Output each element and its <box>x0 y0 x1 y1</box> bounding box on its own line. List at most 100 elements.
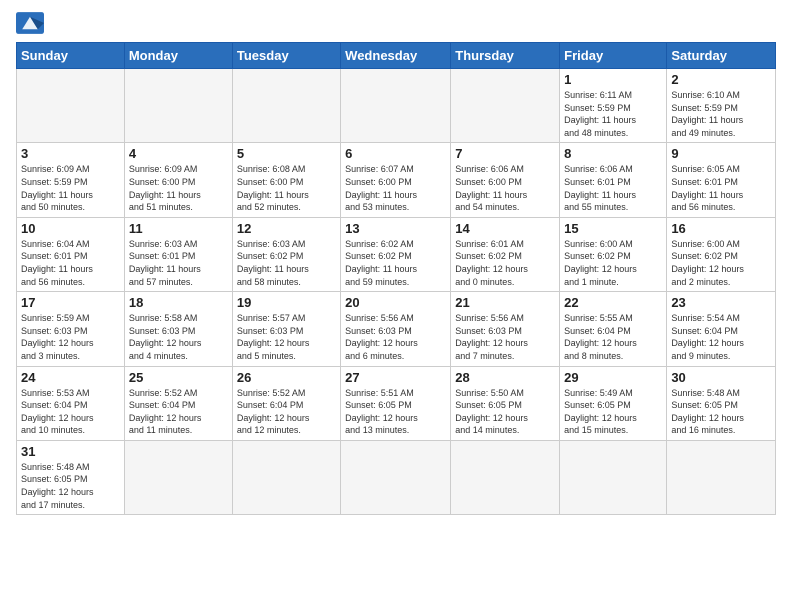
day-info: Sunrise: 6:10 AM Sunset: 5:59 PM Dayligh… <box>671 89 771 139</box>
calendar-cell: 28 Sunrise: 5:50 AM Sunset: 6:05 PM Dayli… <box>451 366 560 440</box>
day-info: Sunrise: 6:01 AM Sunset: 6:02 PM Dayligh… <box>455 238 555 288</box>
day-number: 6 <box>345 146 446 161</box>
page: SundayMondayTuesdayWednesdayThursdayFrid… <box>0 0 792 612</box>
calendar-cell: 4 Sunrise: 6:09 AM Sunset: 6:00 PM Daylig… <box>124 143 232 217</box>
calendar-cell <box>560 440 667 514</box>
weekday-header-thursday: Thursday <box>451 43 560 69</box>
day-info: Sunrise: 6:00 AM Sunset: 6:02 PM Dayligh… <box>564 238 662 288</box>
calendar-cell <box>124 440 232 514</box>
day-number: 28 <box>455 370 555 385</box>
day-number: 30 <box>671 370 771 385</box>
day-number: 24 <box>21 370 120 385</box>
day-info: Sunrise: 6:02 AM Sunset: 6:02 PM Dayligh… <box>345 238 446 288</box>
day-info: Sunrise: 5:56 AM Sunset: 6:03 PM Dayligh… <box>345 312 446 362</box>
day-info: Sunrise: 5:51 AM Sunset: 6:05 PM Dayligh… <box>345 387 446 437</box>
day-info: Sunrise: 6:03 AM Sunset: 6:02 PM Dayligh… <box>237 238 336 288</box>
logo <box>16 12 48 34</box>
day-info: Sunrise: 6:03 AM Sunset: 6:01 PM Dayligh… <box>129 238 228 288</box>
day-number: 15 <box>564 221 662 236</box>
weekday-header-row: SundayMondayTuesdayWednesdayThursdayFrid… <box>17 43 776 69</box>
day-number: 31 <box>21 444 120 459</box>
calendar-cell: 17 Sunrise: 5:59 AM Sunset: 6:03 PM Dayli… <box>17 292 125 366</box>
day-info: Sunrise: 5:54 AM Sunset: 6:04 PM Dayligh… <box>671 312 771 362</box>
day-info: Sunrise: 6:04 AM Sunset: 6:01 PM Dayligh… <box>21 238 120 288</box>
weekday-header-sunday: Sunday <box>17 43 125 69</box>
calendar-cell: 6 Sunrise: 6:07 AM Sunset: 6:00 PM Daylig… <box>341 143 451 217</box>
day-info: Sunrise: 6:07 AM Sunset: 6:00 PM Dayligh… <box>345 163 446 213</box>
calendar-cell: 29 Sunrise: 5:49 AM Sunset: 6:05 PM Dayli… <box>560 366 667 440</box>
calendar-cell: 31Sunrise: 5:48 AM Sunset: 6:05 PM Dayli… <box>17 440 125 514</box>
calendar-table: SundayMondayTuesdayWednesdayThursdayFrid… <box>16 42 776 515</box>
calendar-cell: 30 Sunrise: 5:48 AM Sunset: 6:05 PM Dayli… <box>667 366 776 440</box>
calendar-cell: 21 Sunrise: 5:56 AM Sunset: 6:03 PM Dayli… <box>451 292 560 366</box>
day-info: Sunrise: 5:57 AM Sunset: 6:03 PM Dayligh… <box>237 312 336 362</box>
calendar-cell: 3Sunrise: 6:09 AM Sunset: 5:59 PM Daylig… <box>17 143 125 217</box>
calendar-cell: 12 Sunrise: 6:03 AM Sunset: 6:02 PM Dayli… <box>232 217 340 291</box>
calendar-week-4: 24Sunrise: 5:53 AM Sunset: 6:04 PM Dayli… <box>17 366 776 440</box>
day-info: Sunrise: 6:08 AM Sunset: 6:00 PM Dayligh… <box>237 163 336 213</box>
day-number: 29 <box>564 370 662 385</box>
calendar-cell: 18Sunrise: 5:58 AM Sunset: 6:03 PM Dayli… <box>124 292 232 366</box>
calendar-cell: 27 Sunrise: 5:51 AM Sunset: 6:05 PM Dayli… <box>341 366 451 440</box>
calendar-cell: 23Sunrise: 5:54 AM Sunset: 6:04 PM Dayli… <box>667 292 776 366</box>
calendar-cell: 1Sunrise: 6:11 AM Sunset: 5:59 PM Daylig… <box>560 69 667 143</box>
day-number: 10 <box>21 221 120 236</box>
day-number: 20 <box>345 295 446 310</box>
day-info: Sunrise: 6:09 AM Sunset: 6:00 PM Dayligh… <box>129 163 228 213</box>
day-info: Sunrise: 5:50 AM Sunset: 6:05 PM Dayligh… <box>455 387 555 437</box>
day-number: 26 <box>237 370 336 385</box>
calendar-cell: 11 Sunrise: 6:03 AM Sunset: 6:01 PM Dayli… <box>124 217 232 291</box>
day-info: Sunrise: 5:56 AM Sunset: 6:03 PM Dayligh… <box>455 312 555 362</box>
day-number: 16 <box>671 221 771 236</box>
calendar-cell <box>451 69 560 143</box>
header <box>16 12 776 34</box>
day-info: Sunrise: 6:11 AM Sunset: 5:59 PM Dayligh… <box>564 89 662 139</box>
day-number: 18 <box>129 295 228 310</box>
generalblue-logo-icon <box>16 12 44 34</box>
day-number: 13 <box>345 221 446 236</box>
day-info: Sunrise: 5:52 AM Sunset: 6:04 PM Dayligh… <box>237 387 336 437</box>
calendar-cell: 13 Sunrise: 6:02 AM Sunset: 6:02 PM Dayli… <box>341 217 451 291</box>
calendar-cell <box>341 440 451 514</box>
calendar-week-5: 31Sunrise: 5:48 AM Sunset: 6:05 PM Dayli… <box>17 440 776 514</box>
calendar-cell: 22Sunrise: 5:55 AM Sunset: 6:04 PM Dayli… <box>560 292 667 366</box>
calendar-cell <box>17 69 125 143</box>
calendar-cell <box>232 440 340 514</box>
day-number: 2 <box>671 72 771 87</box>
day-info: Sunrise: 6:09 AM Sunset: 5:59 PM Dayligh… <box>21 163 120 213</box>
day-number: 4 <box>129 146 228 161</box>
day-info: Sunrise: 5:49 AM Sunset: 6:05 PM Dayligh… <box>564 387 662 437</box>
day-number: 21 <box>455 295 555 310</box>
weekday-header-saturday: Saturday <box>667 43 776 69</box>
weekday-header-friday: Friday <box>560 43 667 69</box>
day-info: Sunrise: 6:06 AM Sunset: 6:00 PM Dayligh… <box>455 163 555 213</box>
weekday-header-monday: Monday <box>124 43 232 69</box>
calendar-cell <box>341 69 451 143</box>
calendar-week-2: 10 Sunrise: 6:04 AM Sunset: 6:01 PM Dayli… <box>17 217 776 291</box>
day-number: 12 <box>237 221 336 236</box>
calendar-cell: 16 Sunrise: 6:00 AM Sunset: 6:02 PM Dayli… <box>667 217 776 291</box>
weekday-header-wednesday: Wednesday <box>341 43 451 69</box>
calendar-cell: 26 Sunrise: 5:52 AM Sunset: 6:04 PM Dayli… <box>232 366 340 440</box>
calendar-cell: 14Sunrise: 6:01 AM Sunset: 6:02 PM Dayli… <box>451 217 560 291</box>
calendar-cell: 15 Sunrise: 6:00 AM Sunset: 6:02 PM Dayli… <box>560 217 667 291</box>
day-number: 22 <box>564 295 662 310</box>
calendar-cell: 19Sunrise: 5:57 AM Sunset: 6:03 PM Dayli… <box>232 292 340 366</box>
day-info: Sunrise: 6:00 AM Sunset: 6:02 PM Dayligh… <box>671 238 771 288</box>
day-info: Sunrise: 5:59 AM Sunset: 6:03 PM Dayligh… <box>21 312 120 362</box>
calendar-cell <box>667 440 776 514</box>
calendar-cell: 7 Sunrise: 6:06 AM Sunset: 6:00 PM Daylig… <box>451 143 560 217</box>
day-number: 11 <box>129 221 228 236</box>
day-number: 17 <box>21 295 120 310</box>
day-number: 5 <box>237 146 336 161</box>
calendar-cell: 2 Sunrise: 6:10 AM Sunset: 5:59 PM Daylig… <box>667 69 776 143</box>
day-number: 7 <box>455 146 555 161</box>
day-number: 25 <box>129 370 228 385</box>
day-info: Sunrise: 6:05 AM Sunset: 6:01 PM Dayligh… <box>671 163 771 213</box>
calendar-cell <box>451 440 560 514</box>
calendar-cell: 9Sunrise: 6:05 AM Sunset: 6:01 PM Daylig… <box>667 143 776 217</box>
day-info: Sunrise: 5:48 AM Sunset: 6:05 PM Dayligh… <box>671 387 771 437</box>
day-number: 27 <box>345 370 446 385</box>
calendar-cell: 20 Sunrise: 5:56 AM Sunset: 6:03 PM Dayli… <box>341 292 451 366</box>
calendar-cell <box>232 69 340 143</box>
